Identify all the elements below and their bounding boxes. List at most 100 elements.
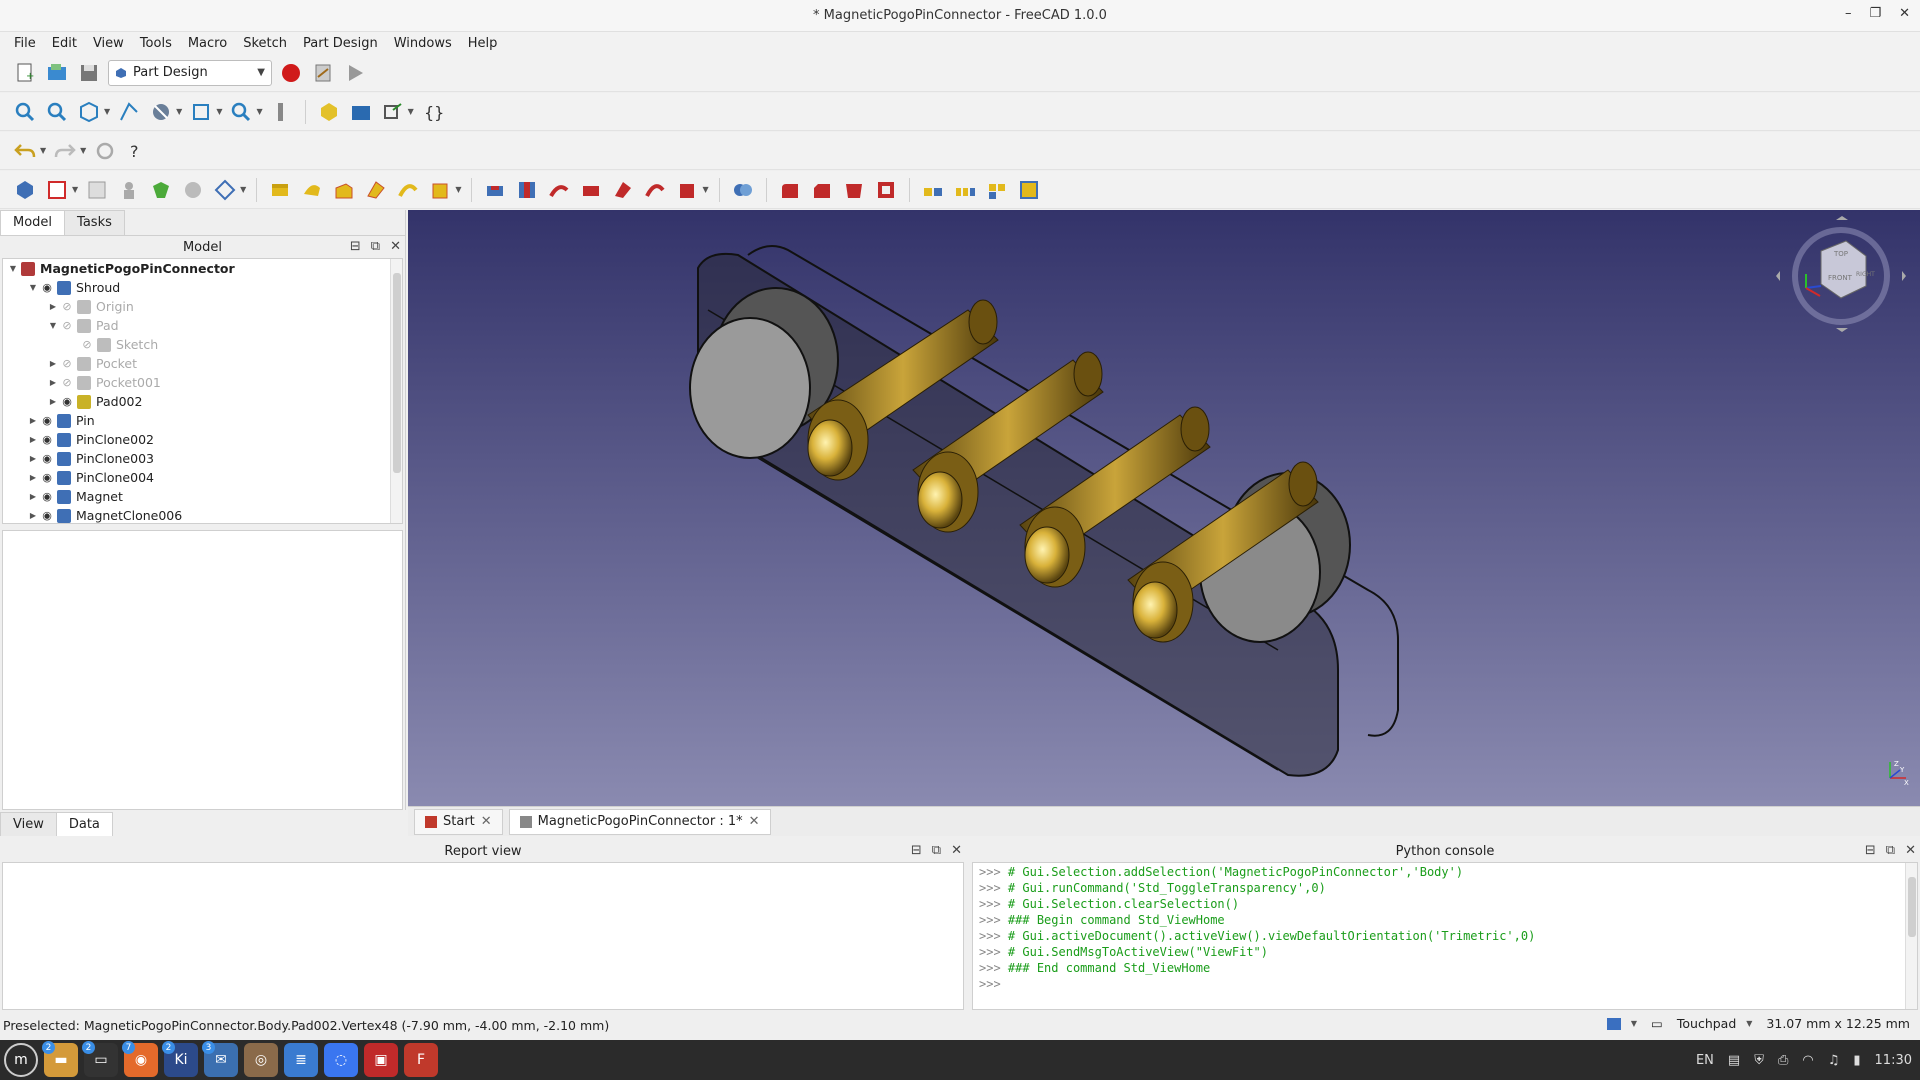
- chevron-down-icon[interactable]: ▼: [47, 321, 59, 330]
- eye-hidden-icon[interactable]: ⊘: [59, 376, 75, 389]
- thickness-icon[interactable]: [873, 177, 899, 203]
- float-panel-icon[interactable]: ⧉: [1886, 843, 1895, 858]
- tree-item[interactable]: ▶ ◉ MagnetClone006: [3, 506, 402, 523]
- battery-icon[interactable]: ▮: [1853, 1053, 1860, 1068]
- tree-scrollbar[interactable]: [390, 259, 402, 523]
- open-document-icon[interactable]: [44, 60, 70, 86]
- redo-icon[interactable]: [52, 138, 78, 164]
- workbench-selector[interactable]: Part Design ▼: [108, 59, 272, 86]
- eye-icon[interactable]: ◉: [39, 471, 55, 484]
- eye-icon[interactable]: ◉: [39, 281, 55, 294]
- revolution-icon[interactable]: [299, 177, 325, 203]
- freecad-icon[interactable]: F: [404, 1043, 438, 1077]
- create-link-icon[interactable]: [380, 99, 406, 125]
- eye-icon[interactable]: ◉: [59, 395, 75, 408]
- chevron-down-icon[interactable]: ▼: [1631, 1019, 1637, 1028]
- float-panel-icon[interactable]: ⧉: [371, 239, 380, 254]
- signal-icon[interactable]: ◌: [324, 1043, 358, 1077]
- tree-item[interactable]: ▶ ◉ PinClone002: [3, 430, 402, 449]
- undo-icon[interactable]: [12, 138, 38, 164]
- tree-item[interactable]: ⊘ Sketch: [3, 335, 402, 354]
- chevron-down-icon[interactable]: ▼: [1746, 1019, 1752, 1028]
- tab-tasks[interactable]: Tasks: [64, 210, 125, 235]
- eye-icon[interactable]: ◉: [39, 414, 55, 427]
- validate-sketch-icon[interactable]: [84, 177, 110, 203]
- additive-loft-icon[interactable]: [331, 177, 357, 203]
- language-indicator[interactable]: EN: [1696, 1053, 1714, 1068]
- tree-item[interactable]: ▼ MagneticPogoPinConnector: [3, 259, 402, 278]
- chevron-down-icon[interactable]: ▼: [216, 107, 222, 116]
- view-mode-icon[interactable]: [1606, 1017, 1621, 1030]
- navigation-cube[interactable]: TOP FRONT RIGHT: [1776, 216, 1906, 336]
- close-panel-icon[interactable]: ✕: [951, 843, 962, 858]
- chevron-right-icon[interactable]: ▶: [27, 511, 39, 520]
- tree-item[interactable]: ▶ ◉ Magnet: [3, 487, 402, 506]
- chevron-down-icon[interactable]: ▼: [702, 185, 708, 194]
- text-editor-icon[interactable]: ≣: [284, 1043, 318, 1077]
- tree-item[interactable]: ▶ ◉ PinClone004: [3, 468, 402, 487]
- measure-tool-icon[interactable]: [269, 99, 295, 125]
- hole-icon[interactable]: [514, 177, 540, 203]
- maximize-button[interactable]: ❐: [1869, 6, 1881, 21]
- tab-start[interactable]: Start ✕: [414, 808, 503, 835]
- float-panel-icon[interactable]: ⧉: [932, 843, 941, 858]
- start-menu-icon[interactable]: m: [4, 1043, 38, 1077]
- clipboard-icon[interactable]: ▤: [1728, 1053, 1740, 1068]
- python-console-output[interactable]: >>> # Gui.Selection.addSelection('Magnet…: [972, 862, 1918, 1010]
- chevron-right-icon[interactable]: ▶: [27, 492, 39, 501]
- measure-icon[interactable]: [228, 99, 254, 125]
- datum-icon[interactable]: [212, 177, 238, 203]
- tab-document[interactable]: MagneticPogoPinConnector : 1* ✕: [508, 808, 771, 835]
- fit-selection-icon[interactable]: [44, 99, 70, 125]
- close-tab-icon[interactable]: ✕: [481, 814, 492, 829]
- subtractive-loft-icon[interactable]: [578, 177, 604, 203]
- draft-icon[interactable]: [841, 177, 867, 203]
- chevron-down-icon[interactable]: ▼: [7, 264, 19, 273]
- refresh-icon[interactable]: [92, 138, 118, 164]
- draw-style-icon[interactable]: [148, 99, 174, 125]
- subshape-binder-icon[interactable]: [180, 177, 206, 203]
- chevron-down-icon[interactable]: ▼: [27, 283, 39, 292]
- perspective-icon[interactable]: [116, 99, 142, 125]
- chevron-down-icon[interactable]: ▼: [256, 107, 262, 116]
- python-braces-icon[interactable]: {}: [420, 99, 446, 125]
- wifi-icon[interactable]: ◠: [1802, 1053, 1813, 1068]
- eye-icon[interactable]: ◉: [39, 490, 55, 503]
- chevron-down-icon[interactable]: ▼: [40, 146, 46, 155]
- 3d-viewport[interactable]: TOP FRONT RIGHT Z Y X: [408, 210, 1920, 806]
- whats-this-icon[interactable]: ?: [124, 138, 150, 164]
- subtractive-pipe-icon[interactable]: [610, 177, 636, 203]
- printer-icon[interactable]: ⎙: [1778, 1053, 1788, 1068]
- execute-macro-icon[interactable]: [342, 60, 368, 86]
- pocket-icon[interactable]: [482, 177, 508, 203]
- additive-helix-icon[interactable]: [395, 177, 421, 203]
- create-body-icon[interactable]: [12, 177, 38, 203]
- save-document-icon[interactable]: [76, 60, 102, 86]
- additive-primitive-icon[interactable]: [427, 177, 453, 203]
- collapse-icon[interactable]: ⊟: [1865, 843, 1876, 858]
- boolean-icon[interactable]: [730, 177, 756, 203]
- menu-windows[interactable]: Windows: [386, 36, 460, 51]
- create-group-icon[interactable]: [348, 99, 374, 125]
- polar-pattern-icon[interactable]: [984, 177, 1010, 203]
- chamfer-icon[interactable]: [809, 177, 835, 203]
- new-document-icon[interactable]: +: [12, 60, 38, 86]
- firefox-icon[interactable]: ◉ 7: [122, 1041, 158, 1077]
- terminal-icon[interactable]: ▭ 2: [82, 1041, 118, 1077]
- clone-icon[interactable]: [116, 177, 142, 203]
- eye-hidden-icon[interactable]: ⊘: [59, 357, 75, 370]
- fillet-icon[interactable]: [777, 177, 803, 203]
- clock[interactable]: 11:30: [1875, 1053, 1912, 1068]
- chevron-right-icon[interactable]: ▶: [27, 435, 39, 444]
- create-sketch-icon[interactable]: [44, 177, 70, 203]
- kicad-icon[interactable]: Ki 2: [162, 1041, 198, 1077]
- chevron-right-icon[interactable]: ▶: [27, 473, 39, 482]
- menu-edit[interactable]: Edit: [44, 36, 85, 51]
- collapse-icon[interactable]: ⊟: [350, 239, 361, 254]
- standard-views-icon[interactable]: [188, 99, 214, 125]
- eye-hidden-icon[interactable]: ⊘: [59, 319, 75, 332]
- shape-binder-icon[interactable]: [148, 177, 174, 203]
- create-part-icon[interactable]: [316, 99, 342, 125]
- chevron-right-icon[interactable]: ▶: [47, 302, 59, 311]
- chevron-down-icon[interactable]: ▼: [72, 185, 78, 194]
